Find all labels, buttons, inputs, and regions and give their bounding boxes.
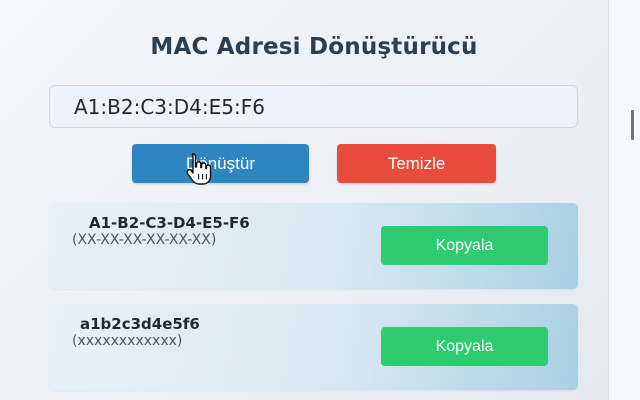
- result-value: a1b2c3d4e5f6: [80, 315, 200, 333]
- hand-pointer-icon: [186, 153, 212, 185]
- copy-button[interactable]: Kopyala: [381, 226, 548, 265]
- result-format: (xxxxxxxxxxxx): [72, 333, 183, 349]
- result-card-dash: A1-B2-C3-D4-E5-F6 (XX-XX-XX-XX-XX-XX) Ko…: [49, 203, 578, 289]
- mac-address-input[interactable]: [49, 85, 578, 128]
- page-title: MAC Adresi Dönüştürücü: [150, 34, 478, 60]
- result-format: (XX-XX-XX-XX-XX-XX): [72, 232, 217, 248]
- scrollbar-thumb[interactable]: [631, 110, 634, 140]
- clear-button[interactable]: Temizle: [337, 144, 496, 183]
- copy-button[interactable]: Kopyala: [381, 327, 548, 366]
- window-edge-strip: [608, 0, 640, 400]
- result-value: A1-B2-C3-D4-E5-F6: [89, 214, 250, 232]
- convert-button[interactable]: Dönüştür: [132, 144, 309, 183]
- result-card-plain: a1b2c3d4e5f6 (xxxxxxxxxxxx) Kopyala: [49, 304, 578, 390]
